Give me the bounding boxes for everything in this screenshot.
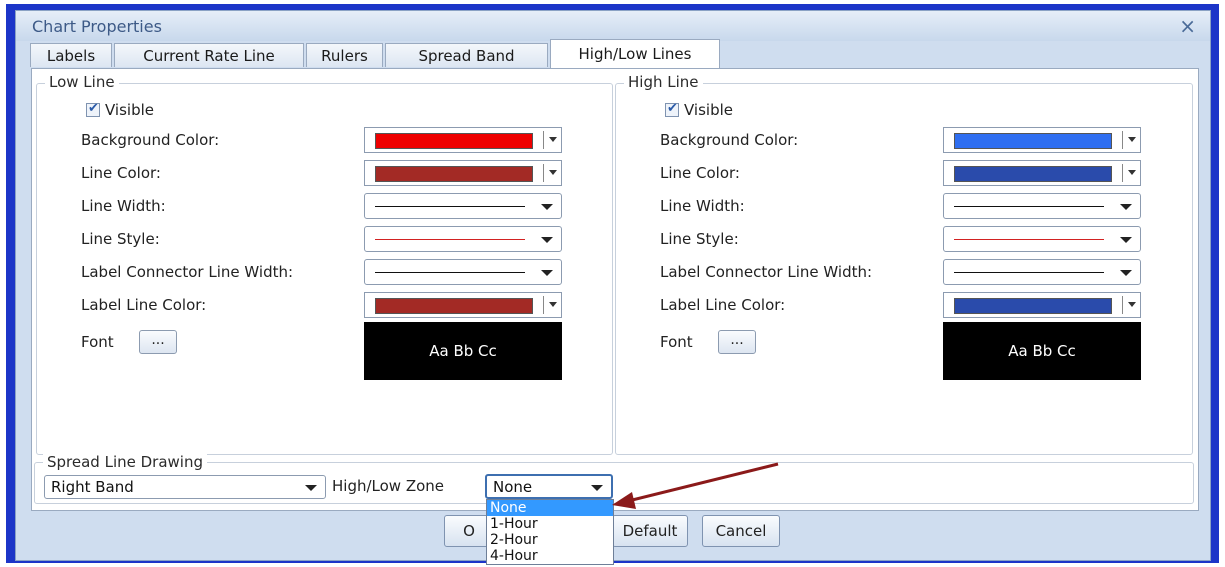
high-low-zone-label: High/Low Zone xyxy=(332,477,445,495)
chevron-down-icon xyxy=(1128,302,1136,307)
high-low-zone-value: None xyxy=(493,478,533,496)
low-line-style-select[interactable] xyxy=(364,226,562,252)
low-line-width-select[interactable] xyxy=(364,193,562,219)
high-line-style-label: Line Style: xyxy=(660,230,739,248)
line-width-sample xyxy=(375,206,525,207)
high-low-zone-dropdown: None 1-Hour 2-Hour 4-Hour xyxy=(486,499,614,565)
connector-width-sample xyxy=(954,272,1104,273)
chevron-down-icon xyxy=(1120,204,1132,210)
low-font-button[interactable]: ... xyxy=(139,330,177,354)
high-line-title: High Line xyxy=(624,73,703,91)
low-connector-width-select[interactable] xyxy=(364,259,562,285)
high-label-line-color-swatch xyxy=(954,298,1112,314)
high-label-line-color-picker[interactable] xyxy=(943,292,1141,318)
chevron-down-icon xyxy=(541,270,553,276)
tab-high-low-lines[interactable]: High/Low Lines xyxy=(550,39,720,69)
chevron-down-icon xyxy=(549,137,557,142)
zone-option-1-hour[interactable]: 1-Hour xyxy=(487,516,613,532)
tab-spread-band[interactable]: Spread Band xyxy=(385,43,548,67)
low-label-line-color-swatch xyxy=(375,298,533,314)
title-bar: Chart Properties × xyxy=(16,11,1210,41)
low-line-group: Low Line ✔ Visible Background Color: Lin… xyxy=(36,73,613,455)
low-label-line-color-label: Label Line Color: xyxy=(81,296,207,314)
low-background-color-label: Background Color: xyxy=(81,131,220,149)
check-icon: ✔ xyxy=(667,101,678,116)
high-line-color-picker[interactable] xyxy=(943,160,1141,186)
low-font-label: Font xyxy=(81,333,114,351)
chevron-down-icon xyxy=(541,204,553,210)
high-label-line-color-label: Label Line Color: xyxy=(660,296,786,314)
low-visible-checkbox[interactable]: ✔ xyxy=(86,101,100,117)
high-line-group: High Line ✔ Visible Background Color: Li… xyxy=(615,73,1193,455)
high-background-color-picker[interactable] xyxy=(943,127,1141,153)
cancel-button[interactable]: Cancel xyxy=(702,515,780,547)
low-line-color-swatch xyxy=(375,166,533,182)
high-connector-width-select[interactable] xyxy=(943,259,1141,285)
high-low-zone-select[interactable]: None xyxy=(485,474,613,499)
low-visible-label: Visible xyxy=(105,101,154,119)
chevron-down-icon xyxy=(591,485,603,491)
tab-rulers[interactable]: Rulers xyxy=(306,43,383,67)
chevron-down-icon xyxy=(549,170,557,175)
chevron-down-icon xyxy=(305,485,317,491)
low-font-preview: Aa Bb Cc xyxy=(364,322,562,380)
low-line-title: Low Line xyxy=(45,73,119,91)
connector-width-sample xyxy=(375,272,525,273)
spread-band-value: Right Band xyxy=(51,478,134,496)
line-style-sample xyxy=(375,239,525,240)
chevron-down-icon xyxy=(549,302,557,307)
low-background-color-swatch xyxy=(375,133,533,149)
high-line-color-swatch xyxy=(954,166,1112,182)
chevron-down-icon xyxy=(1120,270,1132,276)
tab-current-rate-line[interactable]: Current Rate Line xyxy=(114,43,304,67)
low-line-width-label: Line Width: xyxy=(81,197,166,215)
high-font-preview: Aa Bb Cc xyxy=(943,322,1141,380)
low-background-color-picker[interactable] xyxy=(364,127,562,153)
zone-option-4-hour[interactable]: 4-Hour xyxy=(487,548,613,564)
zone-option-none[interactable]: None xyxy=(487,500,613,516)
chevron-down-icon xyxy=(1128,137,1136,142)
low-line-color-label: Line Color: xyxy=(81,164,161,182)
spread-line-title: Spread Line Drawing xyxy=(43,453,207,471)
high-font-button[interactable]: ... xyxy=(718,330,756,354)
high-visible-label: Visible xyxy=(684,101,733,119)
chevron-down-icon xyxy=(541,237,553,243)
high-font-label: Font xyxy=(660,333,693,351)
tab-labels[interactable]: Labels xyxy=(30,43,112,67)
low-line-color-picker[interactable] xyxy=(364,160,562,186)
high-background-color-label: Background Color: xyxy=(660,131,799,149)
spread-band-select[interactable]: Right Band xyxy=(44,475,326,499)
high-visible-checkbox[interactable]: ✔ xyxy=(665,101,679,117)
low-label-line-color-picker[interactable] xyxy=(364,292,562,318)
low-connector-width-label: Label Connector Line Width: xyxy=(81,263,294,281)
dialog-title: Chart Properties xyxy=(32,17,162,36)
chevron-down-icon xyxy=(1120,237,1132,243)
high-line-color-label: Line Color: xyxy=(660,164,740,182)
chevron-down-icon xyxy=(1128,170,1136,175)
tab-content-panel: Low Line ✔ Visible Background Color: Lin… xyxy=(31,68,1199,511)
high-background-color-swatch xyxy=(954,133,1112,149)
check-icon: ✔ xyxy=(88,101,99,116)
high-line-width-select[interactable] xyxy=(943,193,1141,219)
default-button[interactable]: Default xyxy=(612,515,688,547)
close-icon[interactable]: × xyxy=(1179,14,1196,38)
low-line-style-label: Line Style: xyxy=(81,230,160,248)
line-style-sample xyxy=(954,239,1104,240)
line-width-sample xyxy=(954,206,1104,207)
high-line-style-select[interactable] xyxy=(943,226,1141,252)
high-connector-width-label: Label Connector Line Width: xyxy=(660,263,873,281)
high-line-width-label: Line Width: xyxy=(660,197,745,215)
zone-option-2-hour[interactable]: 2-Hour xyxy=(487,532,613,548)
